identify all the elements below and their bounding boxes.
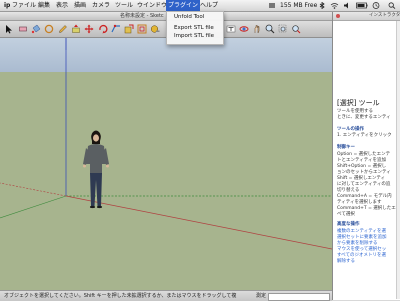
- wifi-icon[interactable]: [330, 2, 339, 9]
- zoom-icon[interactable]: [265, 24, 275, 34]
- push-pull-icon[interactable]: [71, 24, 81, 34]
- text-icon[interactable]: [226, 24, 236, 34]
- close-icon[interactable]: [336, 14, 340, 18]
- menu-window[interactable]: ウインドウ: [135, 0, 169, 11]
- instructor-panel: インストラクタ [選択] ツール ツールを使用する ときに、変更するエンティ ツ…: [332, 12, 400, 300]
- plugins-dropdown-menu: Unfold Tool Export STL file Import STL f…: [166, 11, 224, 45]
- menu-view[interactable]: 表示: [54, 0, 70, 11]
- volume-icon[interactable]: [343, 2, 351, 9]
- tape-measure-icon[interactable]: [150, 24, 160, 34]
- pencil-icon[interactable]: [58, 24, 68, 34]
- zoom-extents-icon[interactable]: [291, 24, 301, 34]
- eraser-icon[interactable]: [18, 24, 28, 34]
- model-viewport[interactable]: [0, 38, 332, 290]
- offset-icon[interactable]: [137, 24, 147, 34]
- status-bar: オブジェクトを選択してください。Shift キーを押した未拡選択するか、またはマ…: [0, 290, 332, 301]
- clock-icon[interactable]: [372, 2, 380, 9]
- menu-help[interactable]: ヘルプ: [198, 0, 220, 11]
- sketchup-window: 名称未設定 - Sketc オブジェクトを選択してください。Shift キーを押…: [0, 12, 332, 301]
- zoom-window-icon[interactable]: [278, 24, 288, 34]
- menu-item-import-stl[interactable]: Import STL file: [167, 32, 223, 41]
- instructor-title: インストラクタ: [369, 13, 400, 18]
- section-title-keys: 制御キー: [337, 145, 355, 150]
- menu-tools[interactable]: ツール: [113, 0, 135, 11]
- select-arrow-icon[interactable]: [4, 24, 14, 34]
- pan-icon[interactable]: [252, 24, 262, 34]
- menu-item-unfold-tool[interactable]: Unfold Tool: [167, 13, 223, 22]
- instructor-titlebar: インストラクタ: [333, 12, 400, 21]
- bluetooth-icon[interactable]: [318, 2, 326, 9]
- battery-icon[interactable]: [356, 2, 368, 9]
- tool-heading: [選択] ツール: [337, 99, 380, 107]
- window-title: 名称未設定 - Sketc: [120, 13, 164, 19]
- follow-me-icon[interactable]: [111, 24, 121, 34]
- menu-file[interactable]: ファイル: [10, 0, 38, 11]
- intro-line: ときに、変更するエンティ: [337, 115, 391, 120]
- viewport-scene: [0, 38, 332, 290]
- status-app-icon[interactable]: [268, 2, 276, 9]
- advanced-link[interactable]: 解除する: [337, 259, 355, 265]
- paint-bucket-icon[interactable]: [31, 24, 41, 34]
- memory-indicator[interactable]: 155 MB Free: [280, 0, 317, 11]
- menu-camera[interactable]: カメラ: [90, 0, 112, 11]
- section-title-advanced: 高度な操作: [337, 222, 360, 227]
- scale-icon[interactable]: [124, 24, 134, 34]
- orbit-icon[interactable]: [239, 24, 249, 34]
- menu-draw[interactable]: 描画: [72, 0, 88, 11]
- menu-edit[interactable]: 編集: [36, 0, 52, 11]
- rotate-icon[interactable]: [98, 24, 108, 34]
- key-line: べて選択: [337, 212, 355, 217]
- spotlight-search-icon[interactable]: [388, 2, 396, 9]
- panel-scrollbar[interactable]: [396, 21, 400, 299]
- ground-plane: [0, 72, 332, 290]
- circle-icon[interactable]: [44, 24, 54, 34]
- ops-line: 1. エンティティをクリック: [337, 133, 392, 138]
- move-icon[interactable]: [84, 24, 94, 34]
- menu-plugins[interactable]: プラグイン: [166, 0, 201, 11]
